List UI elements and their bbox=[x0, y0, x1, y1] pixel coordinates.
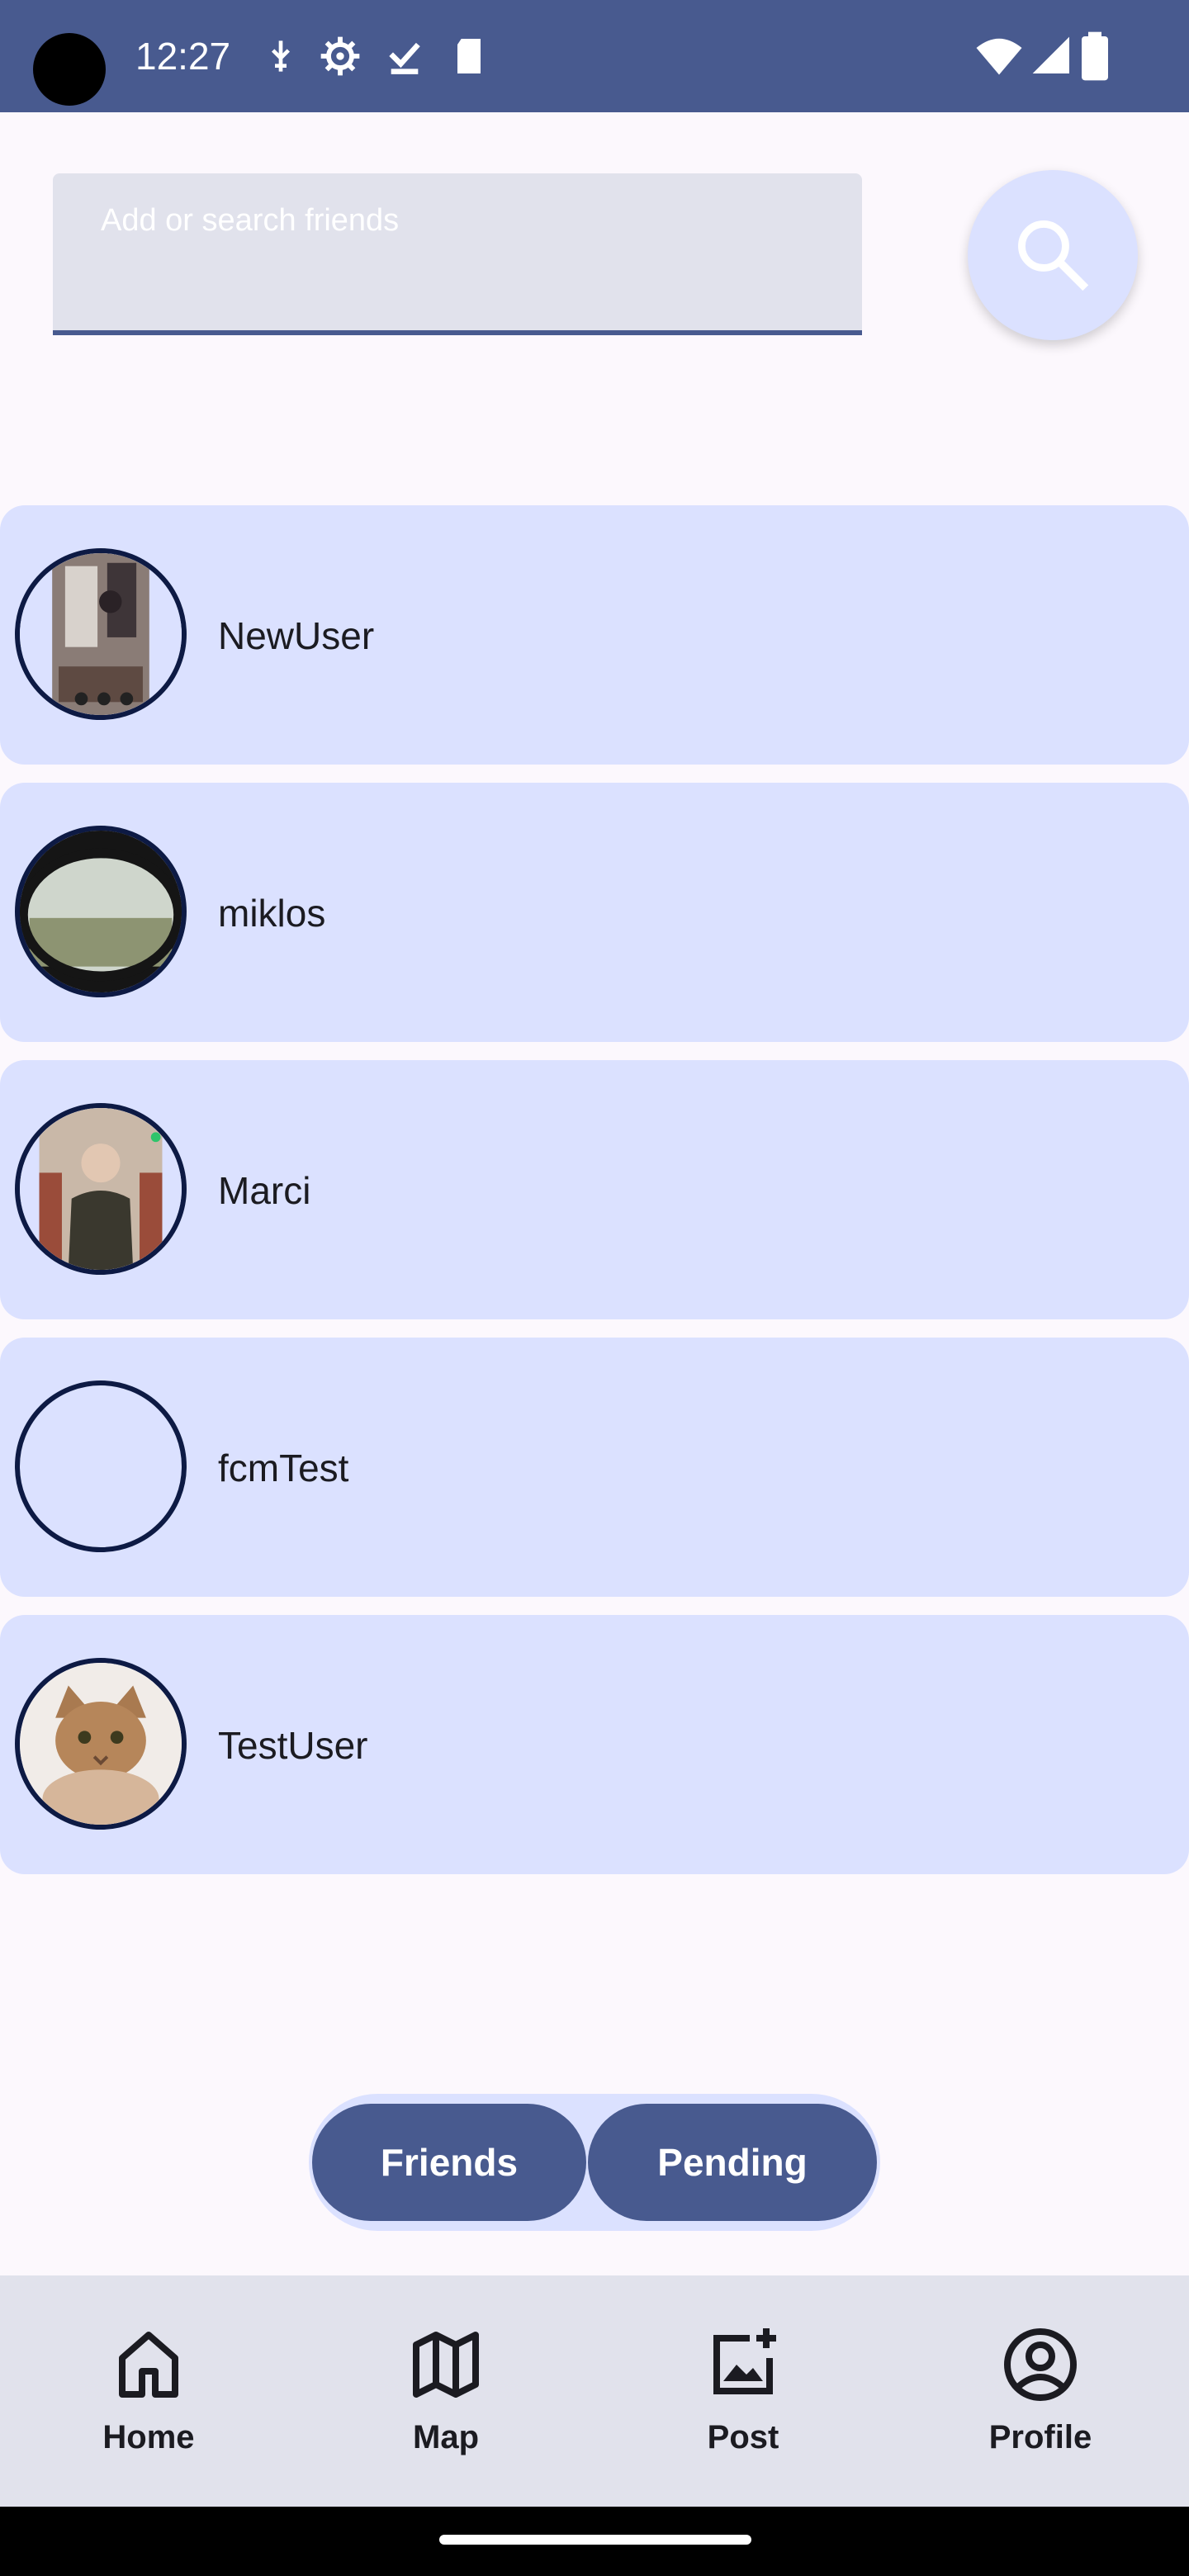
signal-icon bbox=[1029, 30, 1075, 83]
avatar bbox=[15, 1103, 187, 1275]
home-gesture-handle[interactable] bbox=[439, 2535, 751, 2545]
nav-item-post[interactable]: Post bbox=[594, 2275, 892, 2507]
nav-label: Post bbox=[707, 2419, 779, 2455]
wifi-icon bbox=[974, 30, 1024, 83]
map-icon bbox=[413, 2332, 479, 2398]
camera-cutout bbox=[33, 33, 106, 106]
gesture-navigation-area bbox=[0, 2507, 1189, 2576]
friend-name: NewUser bbox=[218, 614, 375, 657]
home-icon bbox=[119, 2332, 178, 2398]
friends-tab-button[interactable]: Friends bbox=[312, 2104, 586, 2221]
friend-name: Marci bbox=[218, 1169, 311, 1212]
download-done-icon bbox=[381, 30, 428, 83]
nav-label: Profile bbox=[988, 2419, 1092, 2455]
friend-card[interactable]: TestUser bbox=[0, 1615, 1189, 1874]
battery-icon bbox=[1078, 30, 1111, 83]
friend-card[interactable]: fcmTest bbox=[0, 1338, 1189, 1597]
status-bar: 12:27 bbox=[0, 0, 1189, 112]
avatar bbox=[15, 548, 187, 720]
sd-card-icon bbox=[446, 30, 492, 83]
friend-card[interactable]: NewUser bbox=[0, 505, 1189, 765]
friends-pending-toggle: Friends Pending bbox=[309, 2094, 880, 2231]
friend-card[interactable]: miklos bbox=[0, 783, 1189, 1042]
nav-item-map[interactable]: Map bbox=[297, 2275, 594, 2507]
friend-name: fcmTest bbox=[218, 1447, 349, 1489]
search-icon bbox=[1018, 220, 1089, 291]
friend-name: TestUser bbox=[218, 1724, 368, 1767]
friend-name: miklos bbox=[218, 892, 326, 935]
pending-tab-button[interactable]: Pending bbox=[588, 2104, 877, 2221]
avatar bbox=[15, 1380, 187, 1552]
account-circle-icon bbox=[1004, 2328, 1077, 2401]
nav-label: Map bbox=[413, 2419, 479, 2455]
add-photo-icon bbox=[713, 2328, 776, 2394]
avatar bbox=[15, 1658, 187, 1830]
settings-gear-icon bbox=[317, 30, 363, 83]
bottom-navigation: Home Map Post Profile bbox=[0, 2275, 1189, 2507]
friend-card[interactable]: Marci bbox=[0, 1060, 1189, 1319]
usb-debug-icon bbox=[258, 30, 304, 83]
search-input[interactable]: Add or search friends bbox=[53, 173, 862, 335]
search-button[interactable] bbox=[968, 170, 1138, 340]
nav-item-profile[interactable]: Profile bbox=[892, 2275, 1189, 2507]
search-placeholder: Add or search friends bbox=[101, 203, 400, 238]
status-time: 12:27 bbox=[135, 35, 231, 78]
avatar bbox=[15, 826, 187, 997]
nav-label: Home bbox=[102, 2419, 195, 2455]
nav-item-home[interactable]: Home bbox=[0, 2275, 297, 2507]
